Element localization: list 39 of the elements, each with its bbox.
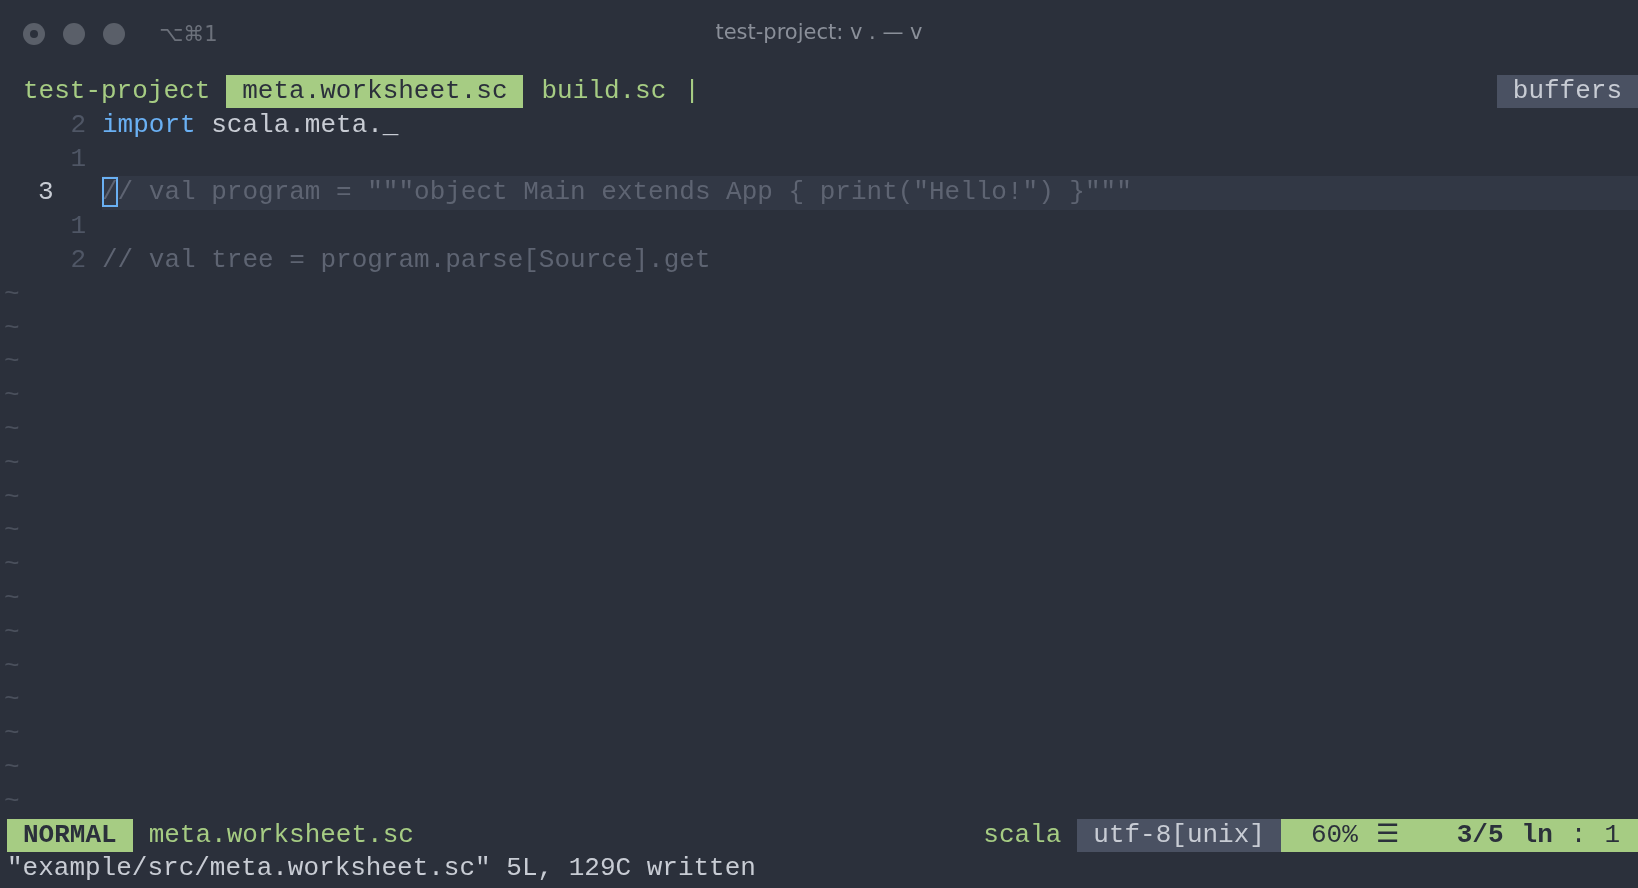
status-message: "example/src/meta.worksheet.sc" 5L, 129C written [7, 852, 756, 886]
empty-line-marker: ~ [3, 649, 20, 683]
mode-indicator: NORMAL [7, 818, 133, 852]
empty-line-marker: ~ [3, 514, 20, 548]
empty-line-marker: ~ [3, 581, 20, 615]
empty-line-marker: ~ [3, 345, 20, 379]
line-glyph: ln [1521, 818, 1553, 852]
empty-line-marker: ~ [3, 277, 20, 311]
window-shortcut: ⌥⌘1 [159, 21, 218, 46]
line-number: 3 [37, 176, 55, 210]
file-name: meta.worksheet.sc [147, 818, 415, 852]
buffer-tab[interactable]: build.sc [525, 75, 683, 109]
project-name: test-project [23, 75, 211, 108]
empty-line-marker: ~ [3, 480, 20, 514]
code-line: import scala.meta._ [102, 108, 399, 142]
column-number: 1 [1604, 818, 1620, 852]
buffer-tab[interactable]: meta.worksheet.sc [226, 75, 524, 109]
empty-line-marker: ~ [3, 379, 20, 413]
buffers-label: buffers [1496, 75, 1638, 109]
zoom-button[interactable] [103, 22, 125, 45]
empty-line-marker: ~ [3, 717, 20, 751]
empty-line-marker: ~ [3, 784, 20, 818]
empty-line-marker: ~ [3, 683, 20, 717]
colon-separator: : [1570, 818, 1587, 852]
menu-glyph: ☰ [1375, 818, 1399, 852]
line-position: 3/5 [1456, 818, 1504, 852]
empty-line-marker: ~ [3, 412, 20, 446]
empty-line-marker: ~ [3, 615, 20, 649]
window-title: test-project: v . — v [715, 20, 923, 44]
minimize-button[interactable] [63, 22, 85, 45]
file-type: scala [982, 818, 1063, 852]
tab-separator: | [684, 75, 700, 108]
empty-line-marker: ~ [3, 750, 20, 784]
empty-line-marker: ~ [3, 548, 20, 582]
scroll-percent: 60% [1310, 818, 1358, 852]
empty-line-marker: ~ [3, 446, 20, 480]
close-button[interactable] [23, 22, 45, 45]
empty-line-marker: ~ [3, 311, 20, 345]
file-encoding: utf-8[unix] [1077, 818, 1281, 852]
